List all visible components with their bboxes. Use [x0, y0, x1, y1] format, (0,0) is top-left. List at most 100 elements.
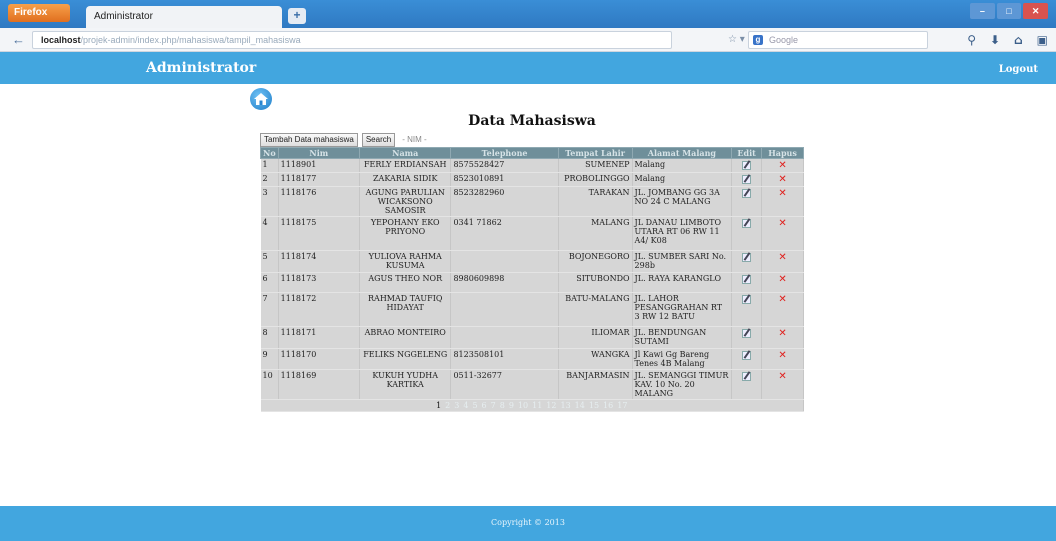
cell-alamat: JL DANAU LIMBOTO UTARA RT 06 RW 11 A4/ K… [632, 216, 733, 251]
cell-telephone [450, 326, 559, 349]
back-arrow-icon[interactable]: ← [12, 33, 26, 47]
table-row: 4 1118175 YEPOHANY EKO PRIYONO 0341 71862 MA… [260, 216, 804, 251]
delete-icon[interactable]: ✕ [778, 350, 786, 361]
edit-icon[interactable] [742, 350, 752, 360]
cell-edit [731, 172, 763, 187]
cell-nama: YULIOVA RAHMA KUSUMA [359, 250, 452, 273]
maximize-button[interactable]: □ [996, 3, 1022, 19]
search-engine-box[interactable]: g Google [748, 31, 928, 49]
edit-icon[interactable] [742, 252, 752, 262]
search-placeholder: Google [769, 35, 799, 45]
menu-icon[interactable]: ▣ [1037, 33, 1048, 47]
cell-nim: 1118176 [278, 186, 360, 217]
cell-no: 5 [260, 250, 279, 273]
page-title: Data Mahasiswa [468, 113, 596, 129]
page-link[interactable]: 3 [454, 401, 459, 410]
cell-nim: 1118172 [278, 292, 360, 327]
cell-alamat: JL. SEMANGGI TIMUR KAV. 10 No. 20 MALANG [632, 369, 733, 400]
page-link[interactable]: 8 [500, 401, 505, 410]
delete-icon[interactable]: ✕ [778, 274, 786, 285]
nim-search-field[interactable]: - NIM - [399, 133, 429, 147]
cell-telephone: 0511-32677 [450, 369, 559, 400]
cell-nama: KUKUH YUDHA KARTIKA [359, 369, 452, 400]
cell-telephone: 8575528427 [450, 158, 559, 173]
home-icon[interactable] [250, 88, 272, 110]
edit-icon[interactable] [742, 188, 752, 198]
page-link[interactable]: 7 [491, 401, 496, 410]
home-browser-icon[interactable]: ⌂ [1014, 33, 1023, 47]
table-row: 7 1118172 RAHMAD TAUFIQ HIDAYAT BATU-MALANG… [260, 292, 804, 327]
cell-tempat-lahir: MALANG [558, 216, 633, 251]
page-link[interactable]: 9 [509, 401, 514, 410]
page-link[interactable]: 13 [560, 401, 570, 410]
edit-icon[interactable] [742, 328, 752, 338]
cell-nama: ABRAO MONTEIRO [359, 326, 452, 349]
cell-no: 4 [260, 216, 279, 251]
cell-nim: 1118171 [278, 326, 360, 349]
col-header-no: No [260, 147, 279, 159]
delete-icon[interactable]: ✕ [778, 328, 786, 339]
cell-edit [731, 272, 763, 293]
edit-icon[interactable] [742, 174, 752, 184]
page-link[interactable]: 11 [532, 401, 542, 410]
page-link[interactable]: 15 [589, 401, 599, 410]
delete-icon[interactable]: ✕ [778, 188, 786, 199]
download-icon[interactable]: ⬇ [990, 33, 1000, 47]
cell-nama: FELIKS NGGELENG [359, 348, 452, 370]
page-link[interactable]: 17 [617, 401, 627, 410]
delete-icon[interactable]: ✕ [778, 294, 786, 305]
col-header-hapus: Hapus [761, 147, 804, 159]
cell-no: 2 [260, 172, 279, 187]
firefox-menu-button[interactable]: Firefox [8, 4, 70, 22]
add-student-button[interactable]: Tambah Data mahasiswa [260, 133, 358, 147]
page-link[interactable]: 4 [463, 401, 468, 410]
cell-edit [731, 348, 763, 370]
logout-link[interactable]: Logout [999, 64, 1038, 75]
cell-nama: ZAKARIA SIDIK [359, 172, 452, 187]
delete-icon[interactable]: ✕ [778, 218, 786, 229]
cell-tempat-lahir: SITUBONDO [558, 272, 633, 293]
delete-icon[interactable]: ✕ [778, 160, 786, 171]
url-host: localhost [41, 35, 81, 45]
cell-tempat-lahir: BOJONEGORO [558, 250, 633, 273]
cell-no: 1 [260, 158, 279, 173]
page-link[interactable]: 16 [603, 401, 613, 410]
edit-icon[interactable] [742, 371, 752, 381]
cell-telephone: 0341 71862 [450, 216, 559, 251]
cell-alamat: JL. JOMBANG GG 3A NO 24 C MALANG [632, 186, 733, 217]
new-tab-button[interactable]: + [288, 8, 306, 24]
cell-hapus: ✕ [761, 348, 804, 370]
edit-icon[interactable] [742, 160, 752, 170]
page-link[interactable]: 10 [518, 401, 528, 410]
close-window-button[interactable]: ✕ [1023, 3, 1049, 19]
browser-tab[interactable]: Administrator [86, 6, 282, 28]
cell-no: 6 [260, 272, 279, 293]
minimize-button[interactable]: – [970, 3, 995, 19]
window-controls: – □ ✕ [970, 3, 1049, 19]
page-link[interactable]: 6 [482, 401, 487, 410]
page-link[interactable]: 12 [546, 401, 556, 410]
app-header: Administrator Logout [0, 52, 1056, 84]
edit-icon[interactable] [742, 274, 752, 284]
app-title: Administrator [146, 60, 257, 76]
search-button[interactable]: Search [361, 133, 396, 147]
cell-hapus: ✕ [761, 158, 804, 173]
cell-nama: AGUNG PARULIAN WICAKSONO SAMOSIR [359, 186, 452, 217]
edit-icon[interactable] [742, 218, 752, 228]
page-link[interactable]: 5 [472, 401, 477, 410]
browser-titlebar: Firefox Administrator + – □ ✕ [0, 0, 1056, 28]
delete-icon[interactable]: ✕ [778, 174, 786, 185]
table-row: 2 1118177 ZAKARIA SIDIK 8523010891 PROBOLING… [260, 172, 804, 187]
delete-icon[interactable]: ✕ [778, 252, 786, 263]
edit-icon[interactable] [742, 294, 752, 304]
cell-hapus: ✕ [761, 250, 804, 273]
address-bar[interactable]: localhost/projek-admin/index.php/mahasis… [32, 31, 672, 49]
search-icon[interactable]: ⚲ [967, 33, 976, 47]
page-link[interactable]: 1 [436, 401, 441, 410]
page-link[interactable]: 14 [575, 401, 585, 410]
page-link[interactable]: 2 [445, 401, 450, 410]
toolbar-icons: ⚲ ⬇ ⌂ ▣ [967, 33, 1048, 47]
cell-hapus: ✕ [761, 186, 804, 217]
delete-icon[interactable]: ✕ [778, 371, 786, 382]
cell-alamat: Jl Kawi Gg Bareng Tenes 4B Malang [632, 348, 733, 370]
